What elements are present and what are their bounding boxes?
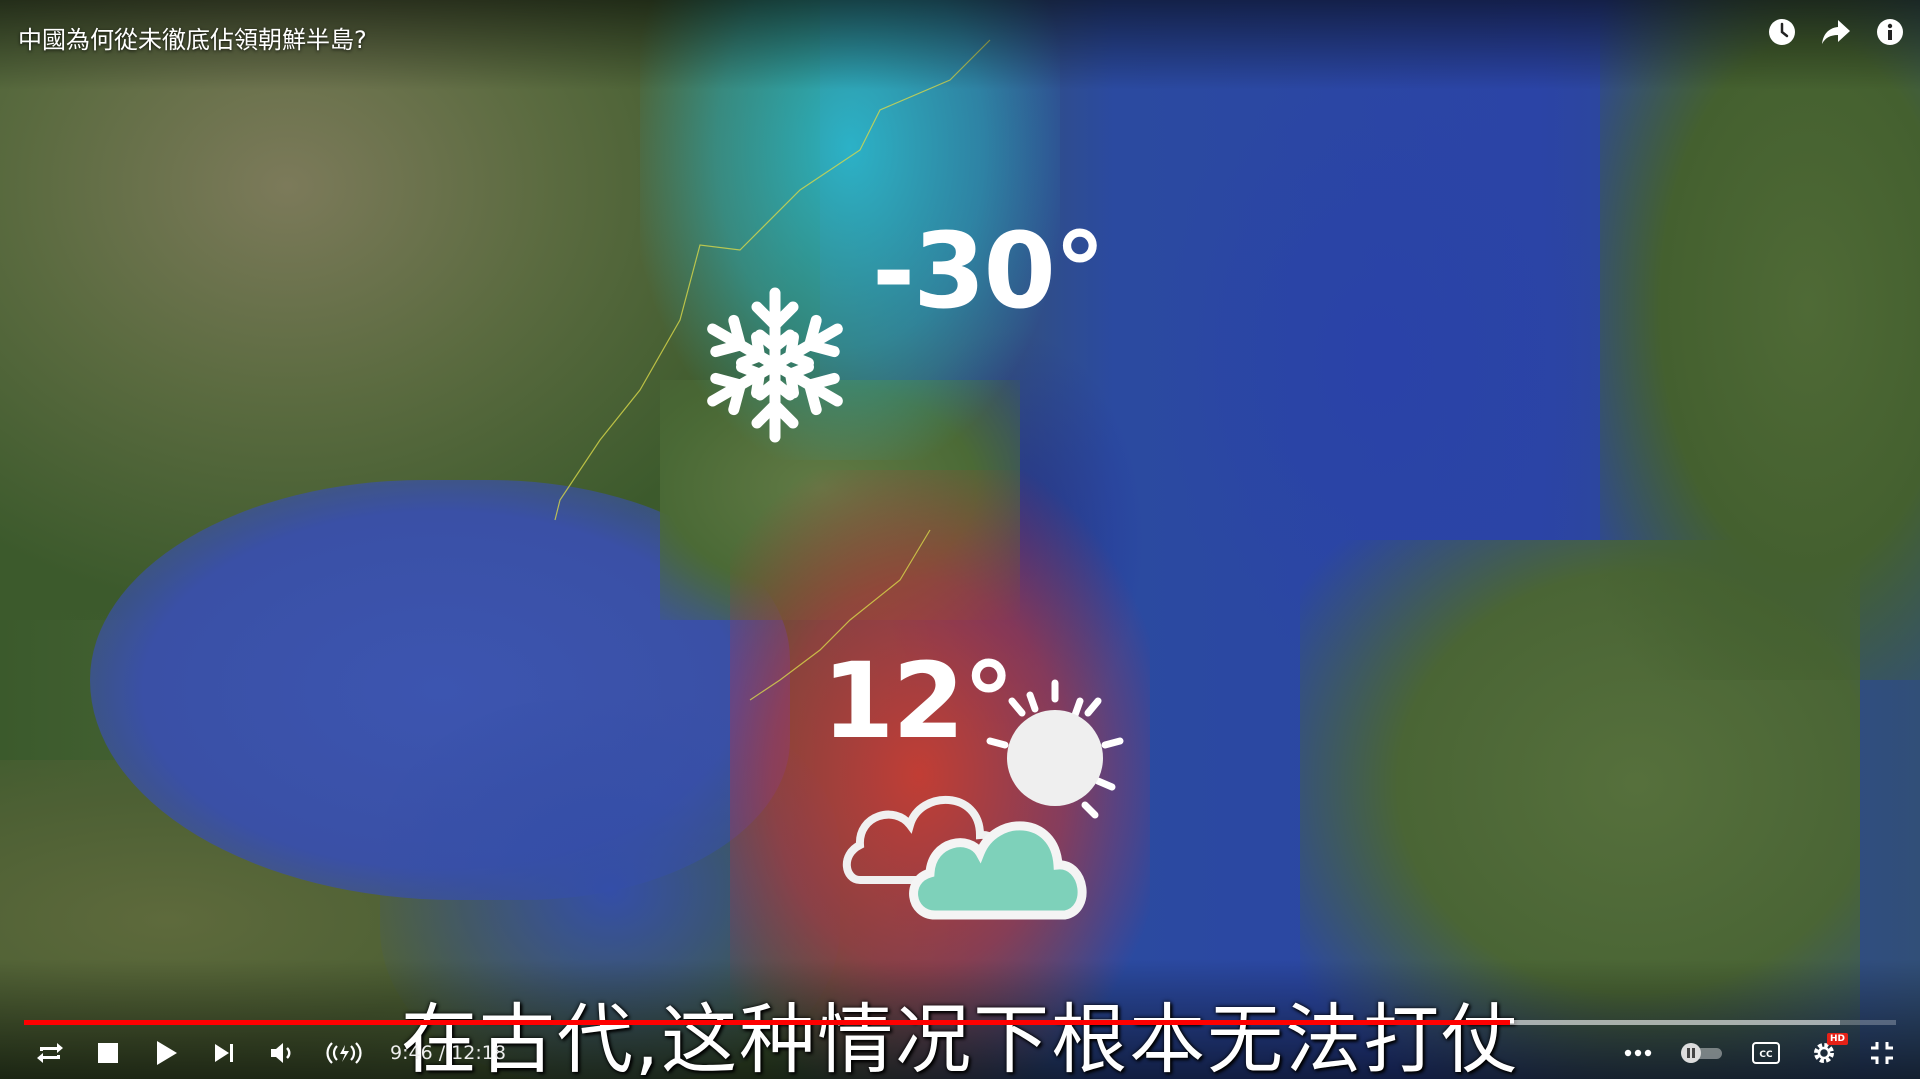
hd-badge: HD <box>1826 1033 1848 1045</box>
progress-played <box>24 1020 1511 1025</box>
watch-later-icon[interactable] <box>1766 16 1798 48</box>
settings-icon[interactable]: HD <box>1808 1033 1848 1069</box>
cold-temperature-label: -30° <box>872 210 1106 332</box>
top-actions <box>1766 16 1906 48</box>
share-icon[interactable] <box>1820 16 1852 48</box>
autoplay-toggle-icon[interactable] <box>1680 1037 1724 1069</box>
snowflake-icon <box>690 287 860 450</box>
right-controls: CC HD <box>1622 1033 1898 1070</box>
video-title[interactable]: 中國為何從未徹底佔領朝鮮半島? <box>18 20 367 55</box>
play-icon[interactable] <box>150 1037 182 1069</box>
more-icon[interactable] <box>1622 1037 1654 1069</box>
left-controls: 9:46 / 12:18 <box>34 1036 506 1070</box>
info-icon[interactable] <box>1874 16 1906 48</box>
volume-icon[interactable] <box>266 1037 298 1069</box>
loop-icon[interactable] <box>34 1037 66 1069</box>
next-icon[interactable] <box>208 1037 240 1069</box>
live-audio-icon[interactable] <box>324 1037 364 1069</box>
exit-fullscreen-icon[interactable] <box>1866 1037 1898 1069</box>
captions-icon[interactable]: CC <box>1750 1037 1782 1069</box>
time-display: 9:46 / 12:18 <box>390 1042 506 1064</box>
stop-icon[interactable] <box>92 1037 124 1069</box>
progress-bar[interactable] <box>24 1020 1896 1025</box>
sun-cloud-icon <box>842 679 1124 920</box>
svg-text:CC: CC <box>1759 1050 1773 1060</box>
video-frame[interactable]: 中國為何從未徹底佔領朝鮮半島? -30° 12° 在古代,这种情况下根本无法打仗 <box>0 0 1920 1079</box>
